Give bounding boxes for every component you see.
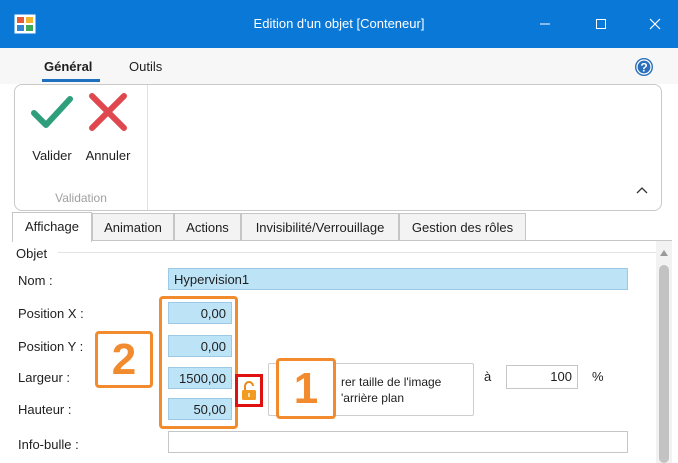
title-bar: Edition d'un objet [Conteneur]: [0, 0, 678, 48]
maximize-button[interactable]: [578, 0, 624, 48]
annotation-number-2: 2: [111, 335, 137, 384]
scale-unit: %: [592, 369, 604, 384]
chevron-up-icon: [636, 187, 648, 194]
affichage-panel: Objet Nom : Hypervision1 Position X : 0,…: [12, 241, 656, 463]
annuler-label: Annuler: [85, 148, 131, 163]
position-y-label: Position Y :: [18, 339, 84, 354]
checkmark-icon: [31, 96, 73, 128]
content-tab-bar: Affichage Animation Actions Invisibilité…: [12, 212, 672, 242]
tab-animation[interactable]: Animation: [92, 213, 174, 240]
help-icon[interactable]: ?: [634, 57, 654, 77]
unlocked-padlock-icon: [242, 380, 256, 400]
aspect-lock-toggle[interactable]: [235, 374, 263, 407]
ribbon-tab-general[interactable]: Général: [44, 59, 92, 74]
vertical-scrollbar[interactable]: [656, 241, 672, 463]
scroll-up-arrow[interactable]: [659, 245, 669, 260]
adjust-image-size-line1: rer taille de l'image: [341, 375, 442, 389]
triangle-up-icon: [660, 250, 668, 256]
position-x-label: Position X :: [18, 306, 84, 321]
cross-icon: [89, 93, 127, 131]
valider-button[interactable]: Valider: [25, 91, 79, 171]
position-x-field[interactable]: 0,00: [168, 302, 232, 324]
group-label-validation: Validation: [55, 191, 107, 205]
group-title-objet: Objet: [16, 246, 48, 261]
nom-label: Nom :: [18, 273, 53, 288]
scale-prefix: à: [484, 369, 492, 384]
adjust-image-size-line2: 'arrière plan: [341, 391, 404, 405]
tab-invisibilite-verrouillage[interactable]: Invisibilité/Verrouillage: [241, 213, 399, 240]
hauteur-label: Hauteur :: [18, 402, 72, 417]
active-tab-indicator: [42, 79, 100, 82]
collapse-ribbon-button[interactable]: [635, 183, 649, 198]
nom-field[interactable]: Hypervision1: [168, 268, 628, 290]
valider-label: Valider: [32, 148, 72, 163]
scale-field[interactable]: 100: [506, 365, 578, 389]
maximize-icon: [596, 19, 606, 29]
tab-affichage[interactable]: Affichage: [12, 212, 92, 242]
largeur-field[interactable]: 1500,00: [168, 367, 232, 389]
annuler-button[interactable]: Annuler: [81, 91, 135, 171]
group-divider: [58, 252, 656, 253]
infobulle-label: Info-bulle :: [18, 437, 79, 452]
ribbon-panel: Valider Annuler Validation: [14, 84, 662, 211]
hauteur-field[interactable]: 50,00: [168, 398, 232, 420]
annotation-callout-1: 1: [276, 358, 336, 419]
annotation-callout-2: 2: [95, 331, 153, 388]
close-button[interactable]: [632, 0, 678, 48]
position-y-field[interactable]: 0,00: [168, 335, 232, 357]
svg-text:?: ?: [640, 61, 647, 75]
group-separator: [147, 85, 148, 210]
minimize-button[interactable]: [522, 0, 568, 48]
largeur-label: Largeur :: [18, 370, 71, 385]
annotation-number-1: 1: [293, 364, 319, 413]
minimize-icon: [540, 23, 550, 25]
tab-actions[interactable]: Actions: [174, 213, 241, 240]
infobulle-field[interactable]: [168, 431, 628, 453]
scroll-thumb[interactable]: [659, 265, 669, 463]
window-title: Edition d'un objet [Conteneur]: [253, 16, 425, 31]
ribbon-tab-bar: Général Outils: [0, 48, 678, 84]
ribbon-tab-outils[interactable]: Outils: [129, 59, 162, 74]
tab-gestion-roles[interactable]: Gestion des rôles: [399, 213, 526, 240]
close-icon: [649, 18, 661, 30]
